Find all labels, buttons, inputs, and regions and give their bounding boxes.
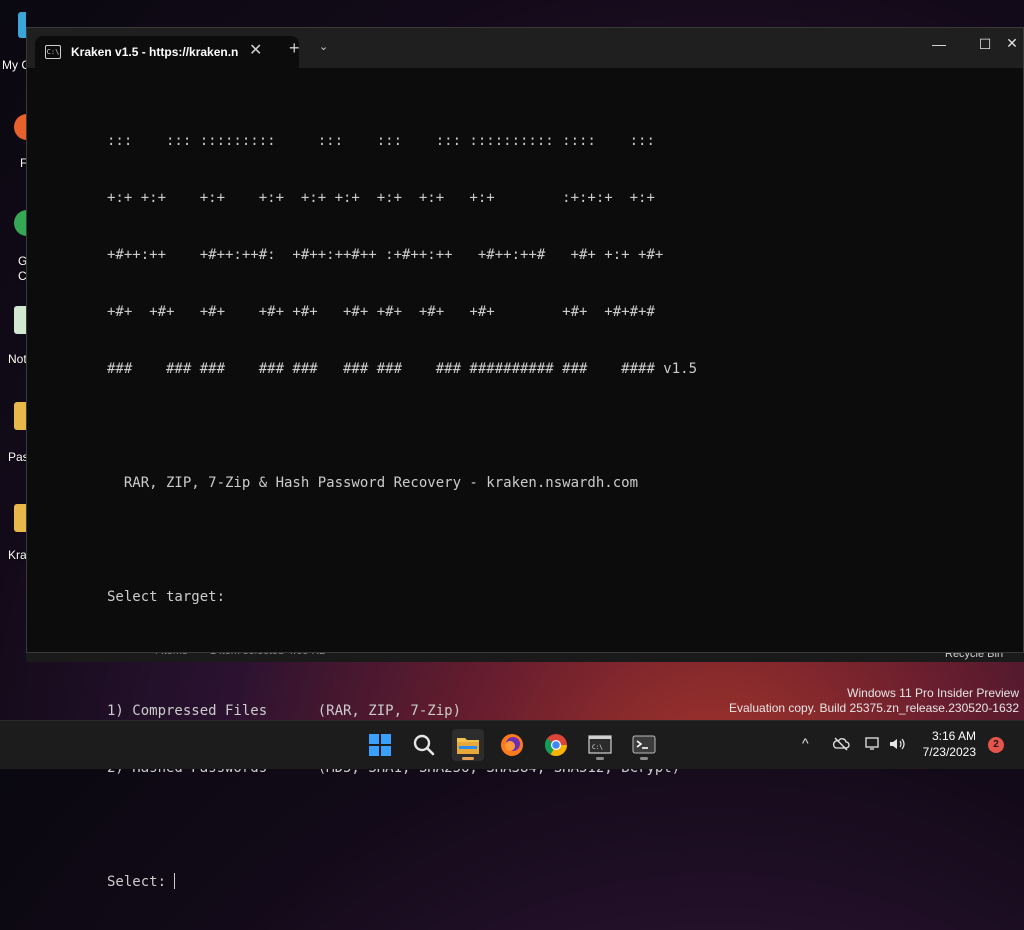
file-explorer-button[interactable]	[452, 729, 484, 761]
windows-start-icon	[369, 734, 391, 756]
subtitle-line: RAR, ZIP, 7-Zip & Hash Password Recovery…	[107, 475, 639, 491]
folder-shortcut-icon	[14, 402, 26, 430]
desktop-icon-label: Kra	[8, 548, 26, 562]
chrome-button[interactable]	[540, 729, 572, 761]
banner-line: +#+ +#+ +#+ +#+ +#+ +#+ +#+ +#+ +#+ +#+ …	[107, 304, 655, 320]
desktop-icon-label: Pas	[8, 450, 26, 464]
desktop: { "desktop": { "icons": [ {"label": "My …	[0, 0, 1024, 890]
search-button[interactable]	[408, 729, 440, 761]
clock-date: 7/23/2023	[922, 745, 976, 759]
banner-line: ::: ::: ::::::::: ::: ::: ::: ::::::::::…	[107, 133, 655, 149]
svg-text:C:\: C:\	[592, 744, 603, 751]
firefox-shortcut-icon	[14, 114, 26, 140]
chrome-icon	[544, 734, 567, 756]
network-icon[interactable]	[864, 735, 882, 753]
select-target-heading: Select target:	[107, 589, 226, 605]
tab-title: Kraken v1.5 - https://kraken.n	[71, 45, 239, 59]
terminal-output[interactable]: ::: ::: ::::::::: ::: ::: ::: ::::::::::…	[107, 94, 1013, 930]
command-prompt-button[interactable]: C:\	[584, 729, 616, 761]
desktop-icon-label: Not	[8, 352, 26, 366]
desktop-icon-label: My C	[2, 58, 26, 72]
firefox-button[interactable]	[496, 729, 528, 761]
maximize-button[interactable]: ☐	[965, 36, 1005, 53]
clock-time: 3:16 AM	[931, 729, 976, 743]
show-hidden-icons-button[interactable]: ^	[802, 735, 809, 751]
onedrive-offline-icon[interactable]	[832, 735, 850, 753]
notification-badge[interactable]: 2	[988, 737, 1004, 753]
firefox-icon	[501, 734, 523, 756]
desktop-icons: My C F G C Not Pas Kra	[0, 0, 26, 720]
terminal-window: C:\ Kraken v1.5 - https://kraken.n ✕ + ⌄…	[26, 27, 1024, 890]
desktop-icon-label: G	[18, 254, 26, 268]
title-bar[interactable]: C:\ Kraken v1.5 - https://kraken.n ✕ + ⌄…	[27, 28, 1023, 68]
notepad-shortcut-icon	[14, 306, 26, 334]
volume-icon[interactable]	[888, 735, 906, 753]
watermark-build: Evaluation copy. Build 25375.zn_release.…	[729, 701, 1019, 715]
taskbar: C:\ ^ 3:16 AM 7/23/2023 2	[0, 720, 1024, 769]
clock[interactable]: 3:16 AM 7/23/2023	[910, 728, 976, 760]
text-cursor	[174, 873, 176, 889]
command-prompt-icon: C:\	[45, 45, 61, 59]
running-indicator	[640, 757, 648, 760]
banner-line: +:+ +:+ +:+ +:+ +:+ +:+ +:+ +:+ +:+ :+:+…	[107, 190, 655, 206]
windows-watermark: Windows 11 Pro Insider Preview Evaluatio…	[729, 686, 1019, 716]
running-indicator	[596, 757, 604, 760]
start-button[interactable]	[364, 729, 396, 761]
close-tab-icon[interactable]: ✕	[249, 40, 262, 60]
minimize-button[interactable]: —	[919, 36, 959, 52]
new-tab-button[interactable]: +	[289, 38, 300, 59]
desktop-icon-label-line2: C	[18, 269, 26, 283]
select-prompt: Select:	[107, 874, 175, 890]
search-icon	[413, 734, 435, 756]
terminal-button[interactable]	[628, 729, 660, 761]
select-input-line[interactable]: Select:	[107, 873, 1013, 892]
tab-kraken[interactable]: C:\ Kraken v1.5 - https://kraken.n ✕	[35, 36, 299, 68]
close-window-button[interactable]: ✕	[1000, 35, 1024, 52]
folder-icon	[14, 504, 26, 532]
chrome-shortcut-icon	[14, 210, 26, 236]
watermark-edition: Windows 11 Pro Insider Preview	[847, 686, 1019, 700]
banner-line: +#++:++ +#++:++#: +#++:++#++ :+#++:++ +#…	[107, 247, 664, 263]
chevron-down-icon[interactable]: ⌄	[319, 40, 328, 53]
active-indicator	[462, 757, 474, 760]
this-pc-icon	[18, 12, 26, 38]
banner-line: ### ### ### ### ### ### ### ### ########…	[107, 361, 698, 377]
